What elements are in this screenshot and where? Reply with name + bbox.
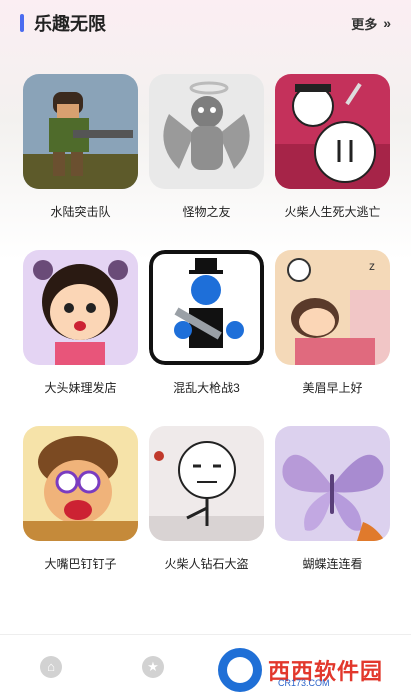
watermark-subtext: CR173.COM: [278, 678, 330, 688]
star-icon: ★: [142, 655, 164, 678]
chevron-double-right-icon: »: [383, 15, 391, 31]
game-thumbnail[interactable]: [275, 426, 390, 541]
game-thumbnail[interactable]: z: [275, 250, 390, 365]
game-thumbnail[interactable]: [149, 74, 264, 189]
game-card[interactable]: 火柴人生死大逃亡: [275, 74, 390, 250]
game-card[interactable]: z 美眉早上好: [275, 250, 390, 426]
game-name: 火柴人生死大逃亡: [284, 205, 381, 219]
game-card[interactable]: 大头妹理发店: [23, 250, 138, 426]
game-name: 水陆突击队: [50, 205, 111, 219]
game-thumbnail[interactable]: [23, 426, 138, 541]
game-name: 蝴蝶连连看: [302, 557, 363, 571]
game-card[interactable]: 混乱大枪战3: [149, 250, 264, 426]
game-thumbnail[interactable]: [149, 250, 264, 365]
game-grid: 水陆突击队 怪物之友 火柴人生死大逃亡 大头妹理发店 混乱大枪战3 z 美眉早上…: [23, 74, 390, 602]
game-card[interactable]: 火柴人钻石大盗: [149, 426, 264, 602]
section-title: 乐趣无限: [34, 14, 106, 34]
game-card[interactable]: 大嘴巴钉钉子: [23, 426, 138, 602]
section-title-group: 乐趣无限: [20, 10, 106, 36]
game-card[interactable]: 水陆突击队: [23, 74, 138, 250]
game-name: 怪物之友: [182, 205, 231, 219]
game-name: 大头妹理发店: [44, 381, 117, 395]
watermark-logo-icon: [218, 648, 262, 692]
game-name: 混乱大枪战3: [173, 381, 240, 395]
game-card[interactable]: 蝴蝶连连看: [275, 426, 390, 602]
game-thumbnail[interactable]: [275, 74, 390, 189]
svg-text:z: z: [369, 259, 375, 273]
accent-bar: [20, 14, 24, 32]
tab-home[interactable]: ⌂: [0, 655, 102, 678]
game-thumbnail[interactable]: [23, 74, 138, 189]
game-card[interactable]: 怪物之友: [149, 74, 264, 250]
game-name: 美眉早上好: [302, 381, 363, 395]
game-name: 大嘴巴钉钉子: [44, 557, 117, 571]
game-thumbnail[interactable]: [23, 250, 138, 365]
game-name: 火柴人钻石大盗: [164, 557, 249, 571]
tab-favorites[interactable]: ★: [102, 655, 204, 678]
section-header: 乐趣无限 更多 »: [0, 0, 411, 46]
game-thumbnail[interactable]: [149, 426, 264, 541]
more-label: 更多: [351, 16, 378, 32]
watermark: 西西软件园 CR173.COM: [218, 648, 394, 692]
more-button[interactable]: 更多 »: [351, 14, 391, 33]
home-icon: ⌂: [40, 655, 62, 678]
